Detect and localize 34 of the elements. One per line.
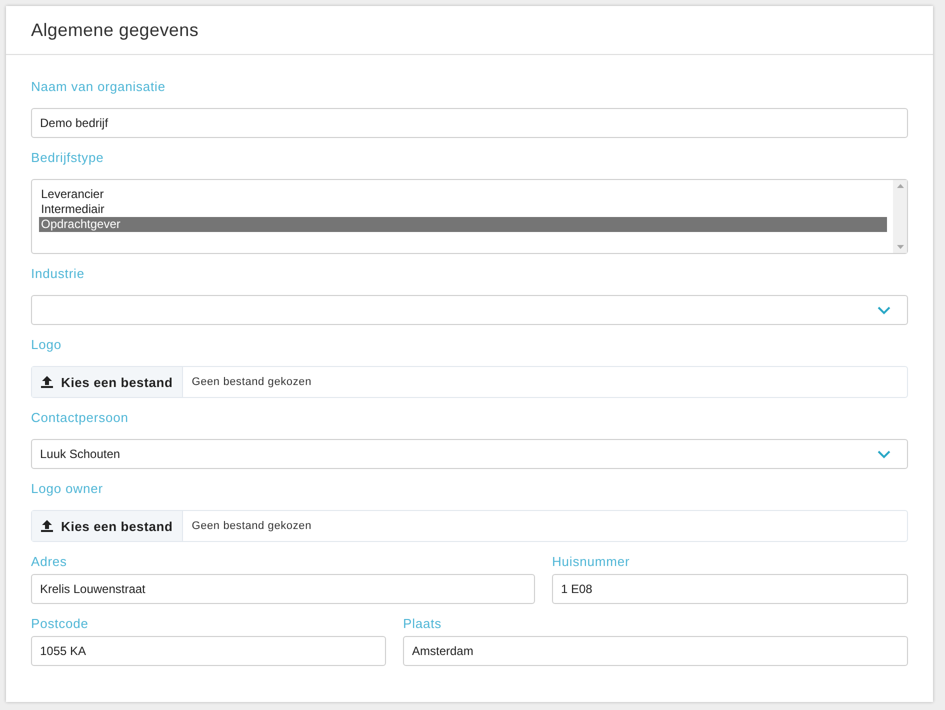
text-field[interactable]: Krelis Louwenstraat (31, 574, 535, 604)
scroll-up-icon[interactable] (896, 184, 904, 188)
text-field[interactable]: 1 E08 (552, 574, 908, 604)
dropdown[interactable]: Luuk Schouten (31, 439, 908, 469)
field-label: Contactpersoon (31, 410, 130, 426)
scroll-down-icon[interactable] (896, 245, 904, 249)
file-field[interactable]: Kies een bestand Geen bestand gekozen (31, 366, 908, 398)
listbox[interactable]: Leverancier Intermediair Opdrachtgever (31, 179, 908, 254)
field-label: Naam van organisatie (31, 79, 166, 95)
field-label: Adres (31, 554, 68, 570)
upload-icon (41, 520, 53, 532)
file-status: Geen bestand gekozen (190, 519, 312, 534)
file-status: Geen bestand gekozen (190, 375, 312, 390)
card-title: Algemene gegevens (31, 20, 199, 40)
dropdown[interactable] (31, 295, 908, 325)
upload-icon (41, 376, 53, 388)
field-label: Huisnummer (552, 554, 631, 570)
file-field[interactable]: Kies een bestand Geen bestand gekozen (31, 510, 908, 542)
text-field[interactable]: 1055 KA (31, 636, 386, 666)
choose-file-button[interactable]: Kies een bestand (32, 367, 183, 397)
choose-file-button[interactable]: Kies een bestand (32, 511, 183, 541)
field-label: Logo (31, 337, 63, 353)
chevron-down-icon (877, 306, 891, 314)
text-field[interactable]: Amsterdam (403, 636, 908, 666)
field-label: Logo owner (31, 481, 104, 497)
field-label: Bedrijfstype (31, 150, 105, 166)
text-field[interactable]: Demo bedrijf (31, 108, 908, 138)
list-option[interactable]: Intermediair (39, 202, 887, 217)
list-option[interactable]: Leverancier (39, 187, 887, 202)
field-label: Postcode (31, 616, 90, 632)
field-label: Plaats (403, 616, 443, 632)
field-label: Industrie (31, 266, 86, 282)
list-option[interactable]: Opdrachtgever (39, 217, 887, 232)
chevron-down-icon (877, 450, 891, 458)
